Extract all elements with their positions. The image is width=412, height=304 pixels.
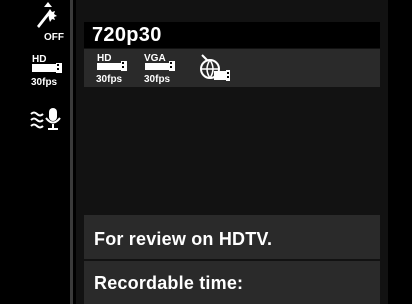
sidebar-divider <box>70 0 73 304</box>
fps-label: 30fps <box>31 77 58 88</box>
sidebar: OFF HD 30fps <box>24 0 70 304</box>
flash-off-label: OFF <box>44 32 64 42</box>
info-divider <box>84 259 380 261</box>
option-hd-label: HD <box>97 53 111 64</box>
camera-menu-screen: OFF HD 30fps 720p30 HD 30fps VGA 30fps F… <box>0 0 412 304</box>
sidebar-item-movie-size[interactable]: HD 30fps <box>28 52 68 92</box>
options-strip: HD 30fps VGA 30fps <box>84 49 380 87</box>
wind-filter-mic-icon <box>30 108 61 130</box>
flash-off-icon: OFF <box>37 2 64 43</box>
info-panel: For review on HDTV. Recordable time: <box>84 215 380 304</box>
main-panel: 720p30 HD 30fps VGA 30fps For review on … <box>76 0 388 304</box>
option-hd-fps-label: 30fps <box>96 74 123 85</box>
option-hd-30fps[interactable]: HD 30fps <box>94 51 140 85</box>
option-vga-label: VGA <box>144 53 166 64</box>
hd-movie-30fps-icon: HD 30fps <box>96 53 127 85</box>
hd-movie-30fps-icon: HD 30fps <box>31 54 62 88</box>
option-vga-fps-label: 30fps <box>144 74 171 85</box>
option-vga-30fps[interactable]: VGA 30fps <box>142 51 188 85</box>
menu-title: 720p30 <box>92 24 162 46</box>
hd-label: HD <box>32 54 46 65</box>
web-movie-icon <box>200 54 230 81</box>
sidebar-item-flash[interactable]: OFF <box>28 2 68 43</box>
recordable-time-label: Recordable time: <box>94 273 244 293</box>
selected-option-bar: 720p30 <box>84 22 380 48</box>
sidebar-item-wind-filter[interactable] <box>28 104 68 144</box>
vga-movie-30fps-icon: VGA 30fps <box>144 53 175 85</box>
right-edge <box>388 0 400 304</box>
option-description: For review on HDTV. <box>94 229 273 249</box>
option-web-movie[interactable] <box>192 51 238 85</box>
